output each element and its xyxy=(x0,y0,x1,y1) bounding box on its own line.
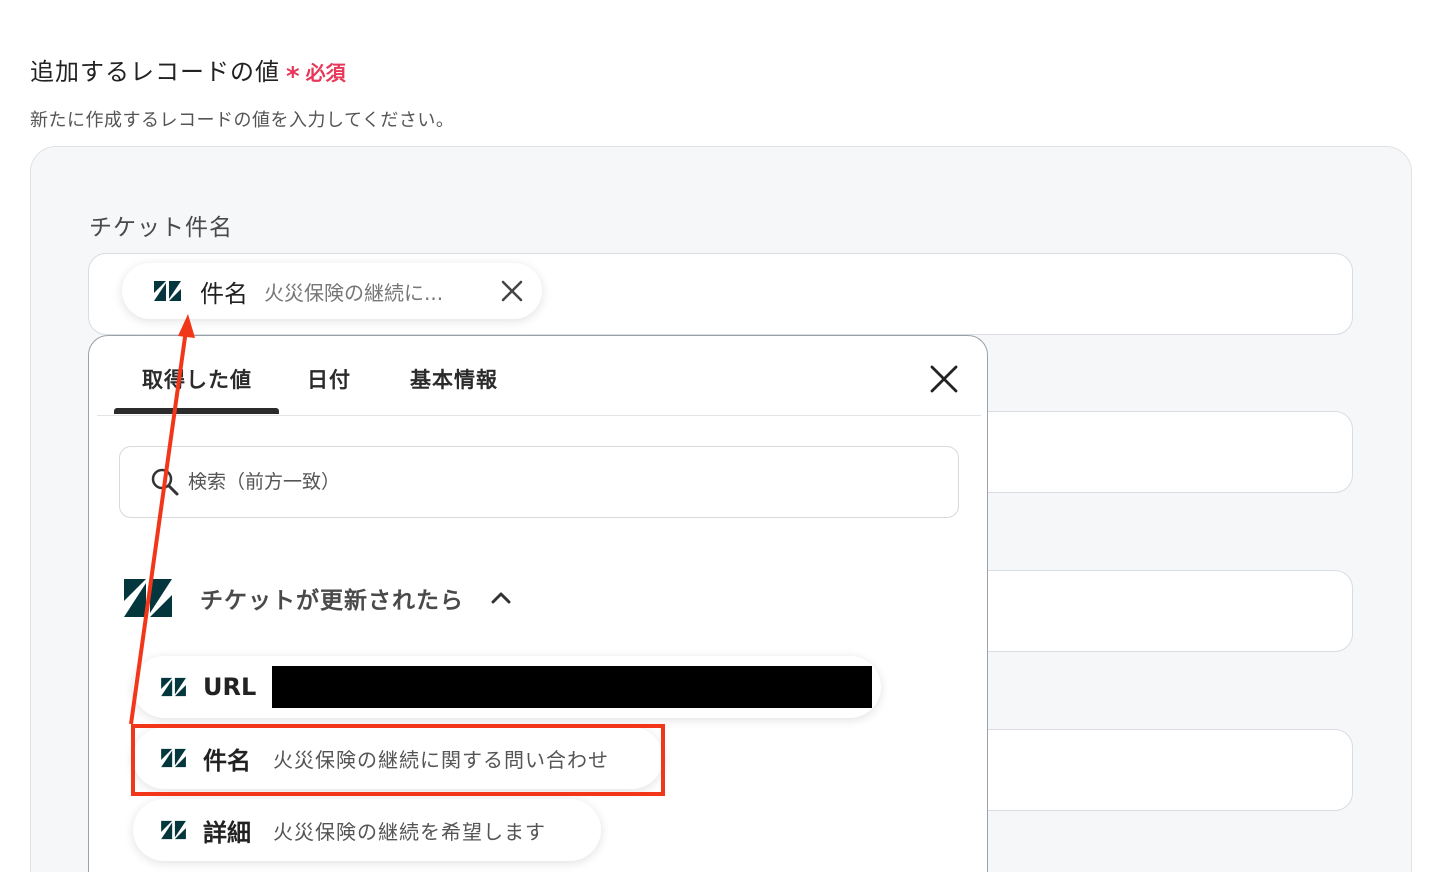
zendesk-icon xyxy=(154,281,181,301)
required-badge: 必須 xyxy=(305,61,346,85)
group-header-ticket-updated[interactable]: チケットが更新されたら xyxy=(124,579,512,617)
group-title: チケットが更新されたら xyxy=(200,588,464,614)
section-title-text: 追加するレコードの値 xyxy=(30,58,280,86)
item-key: URL xyxy=(203,673,257,701)
section-description: 新たに作成するレコードの値を入力してください。 xyxy=(30,110,455,131)
zendesk-icon xyxy=(161,677,186,697)
popup-tabs: 取得した値 日付 基本情報 xyxy=(97,336,981,416)
chip-key: 件名 xyxy=(200,279,248,308)
active-tab-indicator xyxy=(114,408,279,414)
section-title: 追加するレコードの値 * 必須 xyxy=(30,52,346,92)
required-asterisk: * xyxy=(286,62,300,92)
list-item-detail[interactable]: 詳細 火災保険の継続を希望します xyxy=(133,799,601,861)
item-key: 詳細 xyxy=(203,818,251,847)
tab-basic-info[interactable]: 基本情報 xyxy=(410,364,498,394)
tab-date[interactable]: 日付 xyxy=(307,364,351,394)
zendesk-icon xyxy=(161,820,186,840)
field-label-ticket-subject: チケット件名 xyxy=(89,215,233,241)
selected-value-chip[interactable]: 件名 火災保険の継続に... xyxy=(122,263,542,319)
list-item-url[interactable]: URL xyxy=(133,656,881,718)
tab-acquired-values[interactable]: 取得した値 xyxy=(142,364,252,394)
item-value: 火災保険の継続を希望します xyxy=(273,819,546,844)
annotation-highlight-box xyxy=(131,724,665,796)
search-icon xyxy=(151,468,179,496)
search-input[interactable] xyxy=(188,471,948,493)
zendesk-icon xyxy=(124,579,172,617)
chevron-up-icon[interactable] xyxy=(490,591,512,605)
search-box xyxy=(119,446,959,518)
chip-value: 火災保険の継続に... xyxy=(264,280,444,305)
close-icon[interactable] xyxy=(929,364,959,394)
close-icon[interactable] xyxy=(498,277,526,305)
redacted-value xyxy=(272,666,873,708)
